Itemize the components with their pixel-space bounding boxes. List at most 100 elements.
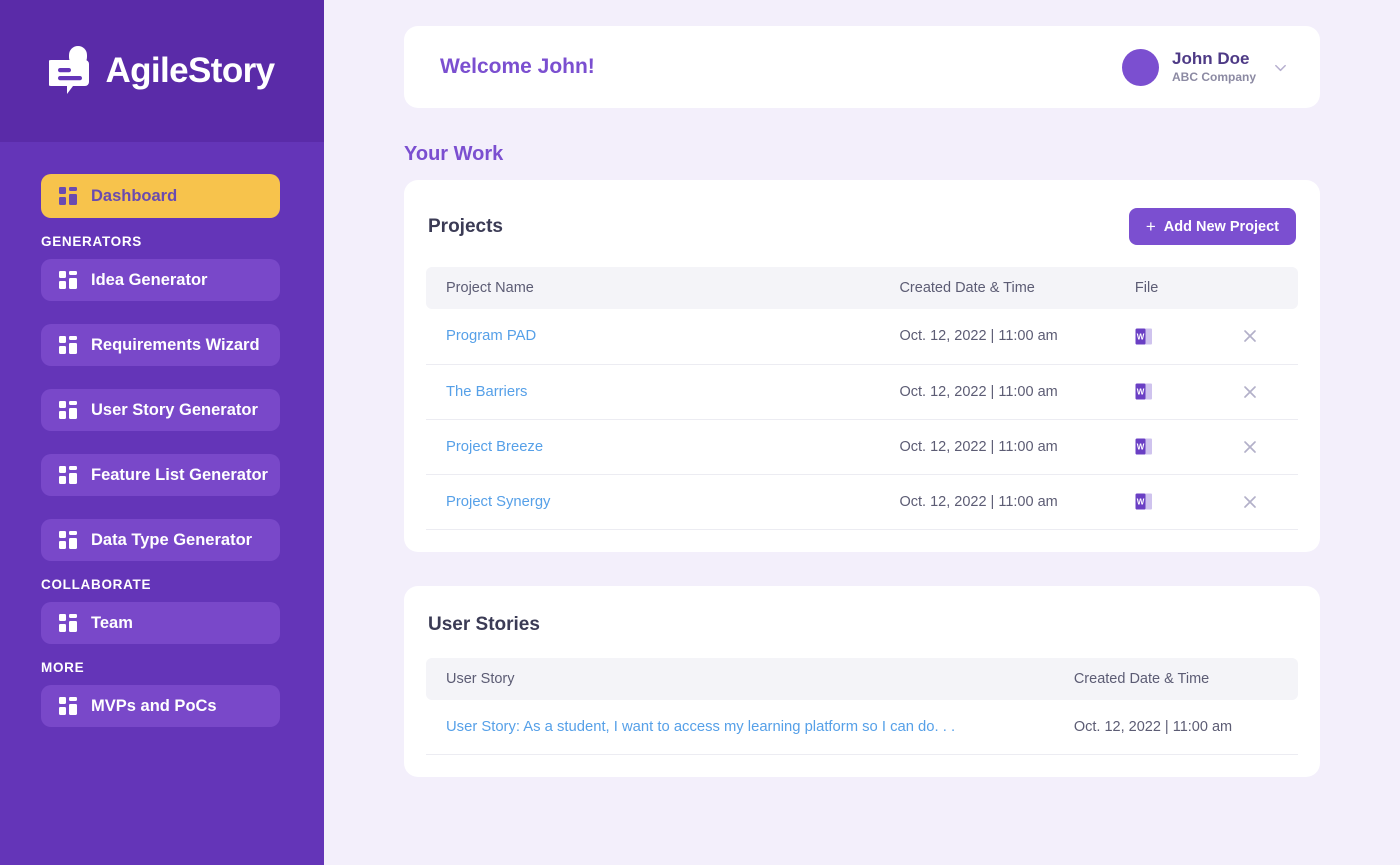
project-name-link[interactable]: Project Breeze [426,419,880,475]
column-created-date: Created Date & Time [1053,657,1298,700]
project-date: Oct. 12, 2022 | 11:00 am [879,474,1115,530]
user-story-date: Oct. 12, 2022 | 11:00 am [1053,699,1298,755]
table-row: Project Breeze Oct. 12, 2022 | 11:00 am … [426,419,1298,475]
project-delete-cell [1219,474,1298,530]
close-icon[interactable] [1240,437,1260,457]
column-project-name: Project Name [426,267,880,309]
sidebar-item-mvps-and-pocs[interactable]: MVPs and PoCs [41,685,280,727]
user-stories-table-head: User Story Created Date & Time [426,657,1298,700]
sidebar-item-team[interactable]: Team [41,602,280,644]
projects-title: Projects [428,215,503,237]
chevron-down-icon[interactable] [1273,60,1288,75]
project-delete-cell [1219,364,1298,420]
word-file-icon[interactable]: W [1135,437,1154,456]
sidebar-item-label: Dashboard [91,186,178,205]
close-icon[interactable] [1240,382,1260,402]
svg-text:W: W [1137,332,1145,341]
user-stories-table-body: User Story: As a student, I want to acce… [426,699,1298,755]
sidebar-item-label: Requirements Wizard [91,335,260,354]
projects-table-head: Project Name Created Date & Time File [426,267,1298,309]
word-file-icon[interactable]: W [1135,327,1154,346]
sidebar-item-label: Idea Generator [91,270,208,289]
column-user-story: User Story [426,657,1054,700]
project-date: Oct. 12, 2022 | 11:00 am [879,364,1115,420]
table-header-row: User Story Created Date & Time [426,657,1298,700]
project-file-cell: W [1114,309,1220,365]
sidebar-item-data-type-generator[interactable]: Data Type Generator [41,519,280,561]
projects-card-header: Projects + Add New Project [426,208,1298,245]
grid-icon [59,271,77,289]
sidebar-item-label: MVPs and PoCs [91,696,217,715]
user-stories-card-header: User Stories [426,614,1298,636]
welcome-message: Welcome John! [440,55,595,78]
svg-text:W: W [1137,387,1145,396]
grid-icon [59,401,77,419]
word-file-icon[interactable]: W [1135,492,1154,511]
sidebar-item-dashboard[interactable]: Dashboard [41,174,280,218]
sidebar-item-feature-list-generator[interactable]: Feature List Generator [41,454,280,496]
table-row: The Barriers Oct. 12, 2022 | 11:00 am W [426,364,1298,420]
sidebar-item-label: Team [91,613,133,632]
table-header-row: Project Name Created Date & Time File [426,267,1298,309]
sidebar-item-requirements-wizard[interactable]: Requirements Wizard [41,324,280,366]
projects-table-body: Program PAD Oct. 12, 2022 | 11:00 am W T… [426,309,1298,530]
svg-text:W: W [1137,497,1145,506]
column-created-date: Created Date & Time [879,267,1115,309]
table-row: User Story: As a student, I want to acce… [426,699,1298,755]
add-new-project-button[interactable]: + Add New Project [1128,208,1296,245]
grid-icon [59,614,77,632]
project-file-cell: W [1114,474,1220,530]
sidebar-item-idea-generator[interactable]: Idea Generator [41,259,280,301]
grid-icon [59,187,77,205]
topbar: Welcome John! John Doe ABC Company [404,26,1320,108]
agilestory-logo-icon [49,46,90,94]
grid-icon [59,531,77,549]
project-name-link[interactable]: Program PAD [426,309,880,365]
project-name-link[interactable]: Project Synergy [426,474,880,530]
column-file: File [1114,267,1220,309]
sidebar-item-label: Feature List Generator [91,465,268,484]
project-delete-cell [1219,309,1298,365]
sidebar-item-label: Data Type Generator [91,530,253,549]
grid-icon [59,697,77,715]
sidebar-item-user-story-generator[interactable]: User Story Generator [41,389,280,431]
user-name: John Doe [1171,49,1250,69]
sidebar-section-generators-label: GENERATORS [41,234,143,249]
avatar [1121,48,1159,86]
grid-icon [59,336,77,354]
projects-card: Projects + Add New Project Project Name … [404,180,1320,552]
user-stories-table: User Story Created Date & Time User Stor… [426,657,1298,755]
projects-table: Project Name Created Date & Time File Pr… [426,267,1298,530]
project-delete-cell [1219,419,1298,475]
sidebar-item-label: User Story Generator [91,400,258,419]
page-title: Your Work [404,143,504,165]
user-story-link[interactable]: User Story: As a student, I want to acce… [426,699,1054,755]
table-row: Program PAD Oct. 12, 2022 | 11:00 am W [426,309,1298,365]
close-icon[interactable] [1240,492,1260,512]
sidebar-section-collaborate-label: COLLABORATE [41,577,152,592]
project-name-link[interactable]: The Barriers [426,364,880,420]
user-meta: John Doe ABC Company [1172,49,1256,84]
main-content: Welcome John! John Doe ABC Company Your … [324,0,1400,865]
user-profile-menu[interactable]: John Doe ABC Company [1121,48,1288,86]
project-file-cell: W [1114,419,1220,475]
sidebar-nav: Dashboard GENERATORS Idea Generator Requ… [0,142,324,865]
sidebar: AgileStory Dashboard GENERATORS Idea Gen… [0,0,324,865]
column-actions [1219,267,1298,309]
brand-name: AgileStory [105,51,275,90]
word-file-icon[interactable]: W [1135,382,1154,401]
grid-icon [59,466,77,484]
project-date: Oct. 12, 2022 | 11:00 am [879,419,1115,475]
close-icon[interactable] [1240,326,1260,346]
user-company: ABC Company [1171,69,1256,84]
brand-logo[interactable]: AgileStory [0,0,324,142]
svg-text:W: W [1137,442,1145,451]
project-file-cell: W [1114,364,1220,420]
user-stories-card: User Stories User Story Created Date & T… [404,585,1320,777]
plus-icon: + [1145,216,1156,236]
user-stories-title: User Stories [428,613,540,635]
project-date: Oct. 12, 2022 | 11:00 am [879,309,1115,365]
dashboard-page: AgileStory Dashboard GENERATORS Idea Gen… [0,0,1400,865]
add-new-project-label: Add New Project [1163,218,1279,235]
sidebar-section-more-label: MORE [41,660,85,675]
